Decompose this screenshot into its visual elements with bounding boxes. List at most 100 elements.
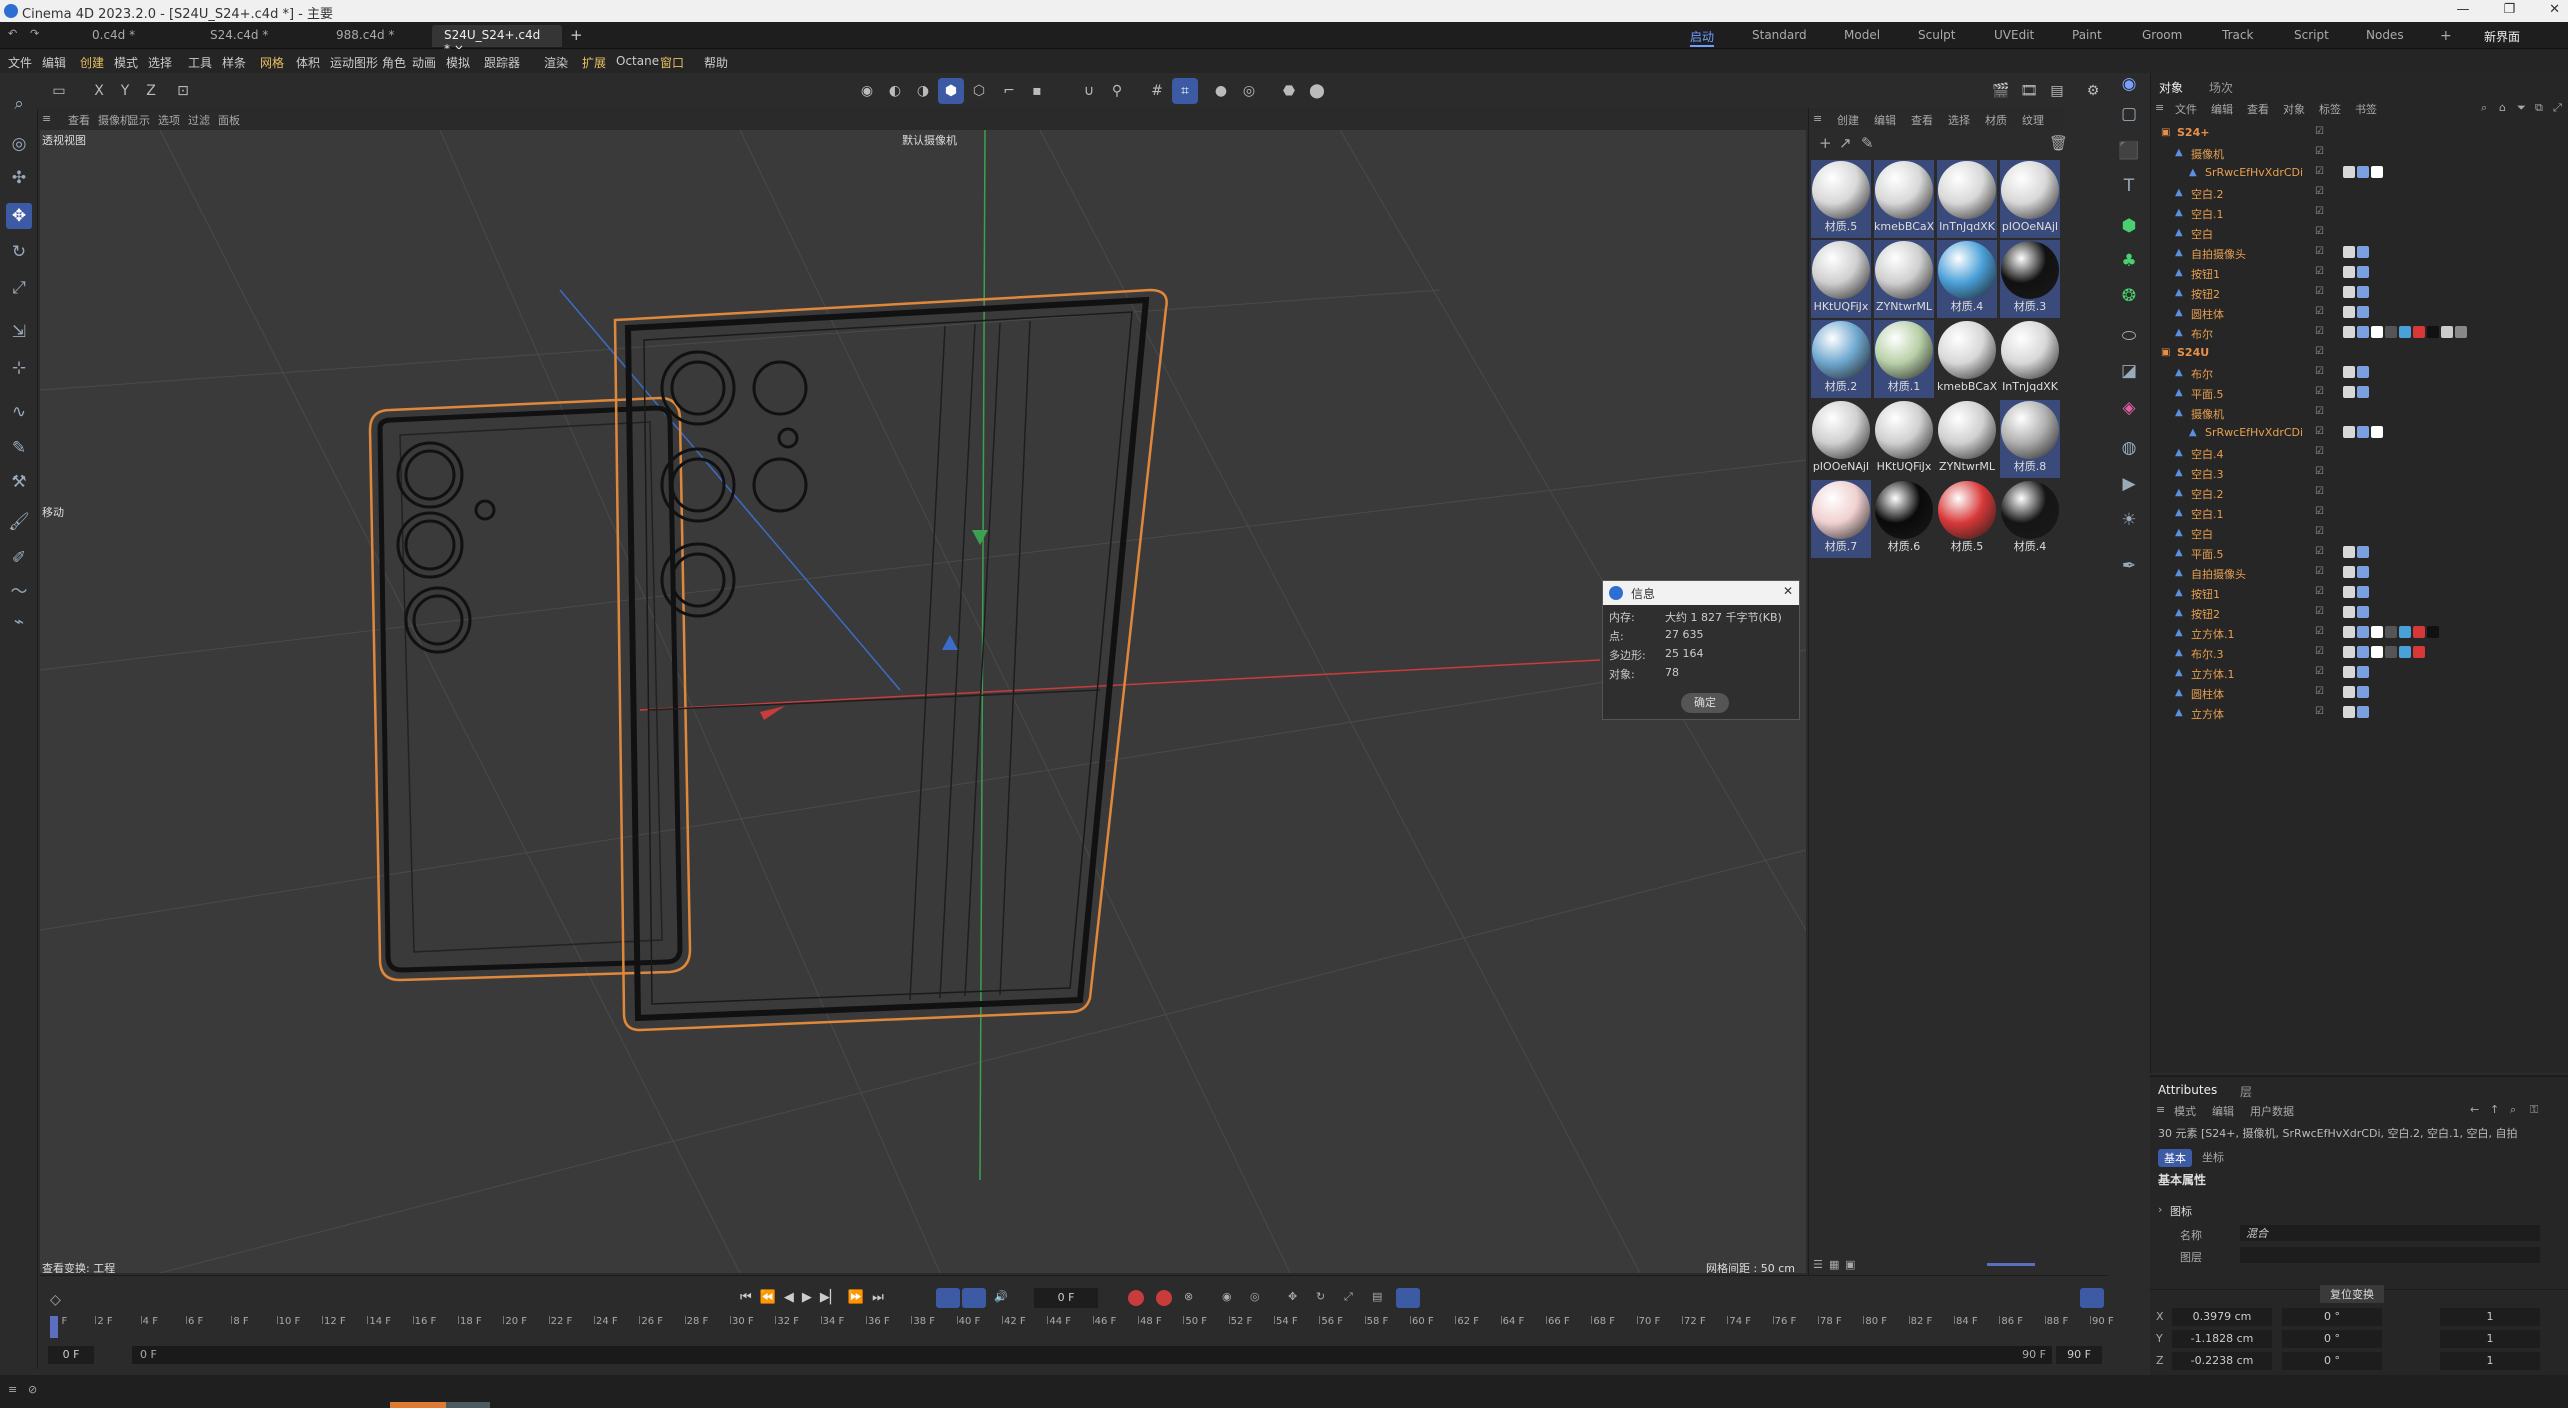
workplane-icon[interactable]: ⌐: [996, 78, 1022, 104]
prev-key-icon[interactable]: ⏪: [760, 1290, 776, 1305]
position-field[interactable]: 0.3979 cm: [2172, 1308, 2272, 1326]
transform-tool-icon[interactable]: ⇲: [6, 319, 32, 345]
start-frame-field[interactable]: 0 F: [48, 1346, 94, 1364]
scale-key-icon[interactable]: ⤢: [1344, 1290, 1353, 1304]
object-menu-item[interactable]: 标签: [2319, 101, 2341, 117]
object-row[interactable]: ▲ 空白.1 ☑: [2151, 503, 2568, 523]
object-menu-item[interactable]: 对象: [2283, 101, 2305, 117]
object-row[interactable]: ▲ 按钮1 ☑: [2151, 263, 2568, 283]
material-tag-icon[interactable]: [2357, 366, 2369, 378]
object-row[interactable]: ▲ SrRwcEfHvXdrCDi ☑: [2151, 163, 2568, 183]
viewport-menu-item[interactable]: 显示: [128, 112, 150, 128]
material-tag-icon[interactable]: [2343, 566, 2355, 578]
object-row[interactable]: ▲ 布尔.3 ☑: [2151, 643, 2568, 663]
object-row[interactable]: ▲ 按钮2 ☑: [2151, 603, 2568, 623]
material-menu-item[interactable]: 创建: [1837, 112, 1859, 128]
object-row[interactable]: ▲ 自拍摄像头 ☑: [2151, 243, 2568, 263]
object-row[interactable]: ▲ 空白.2 ☑: [2151, 183, 2568, 203]
attr-menu-icon[interactable]: ≡: [2156, 1103, 2165, 1116]
environment-icon[interactable]: ◍: [2116, 435, 2142, 461]
menu-item[interactable]: Octane: [616, 54, 659, 68]
material-tag-icon[interactable]: [2343, 706, 2355, 718]
scale-tool-icon[interactable]: ⤢: [6, 275, 32, 301]
layout-tab[interactable]: Model: [1844, 28, 1880, 42]
material-tag-icon[interactable]: [2413, 626, 2425, 638]
material-swatch[interactable]: ZYNtwrML: [1937, 400, 1997, 478]
material-tag-icon[interactable]: [2357, 546, 2369, 558]
material-tag-icon[interactable]: [2357, 386, 2369, 398]
fcurve-icon[interactable]: [2080, 1288, 2104, 1308]
visibility-icon[interactable]: ☑: [2315, 126, 2324, 137]
texture-mode-icon[interactable]: ⬡: [966, 78, 992, 104]
material-swatch[interactable]: HKtUQFiJx: [1811, 240, 1871, 318]
end-frame-field[interactable]: 90 F: [2056, 1346, 2102, 1364]
menu-item[interactable]: 创建: [80, 54, 104, 71]
menu-item[interactable]: 角色: [382, 54, 406, 71]
scale-field[interactable]: 1: [2440, 1330, 2540, 1348]
edges-mode-icon[interactable]: ◐: [882, 78, 908, 104]
camera-icon[interactable]: ▶: [2116, 471, 2142, 497]
arrow-icon[interactable]: ↗: [1839, 134, 1852, 152]
axis-y-button[interactable]: Y: [112, 78, 138, 104]
key-options-icon[interactable]: ◎: [1250, 1290, 1260, 1303]
render-settings-edit-icon[interactable]: ⚙: [2080, 78, 2106, 104]
rotation-field[interactable]: 0 °: [2282, 1308, 2382, 1326]
prev-frame-icon[interactable]: ◀: [784, 1290, 794, 1305]
material-swatch[interactable]: 材质.2: [1811, 320, 1871, 398]
new-window-icon[interactable]: ⧉: [2535, 101, 2543, 115]
visibility-icon[interactable]: ☑: [2315, 146, 2324, 157]
material-tag-icon[interactable]: [2357, 246, 2369, 258]
visibility-icon[interactable]: ☑: [2315, 406, 2324, 417]
material-tag-icon[interactable]: [2455, 326, 2467, 338]
material-swatch[interactable]: 材质.4: [2000, 480, 2060, 558]
menu-item[interactable]: 文件: [8, 54, 32, 71]
rotation-key-icon[interactable]: ↻: [1316, 1290, 1325, 1303]
scale-field[interactable]: 1: [2440, 1352, 2540, 1370]
snap-icon[interactable]: ⌗: [1172, 78, 1198, 104]
menu-item[interactable]: 跟踪器: [484, 54, 520, 71]
material-swatch[interactable]: InTnJqdXK: [2000, 320, 2060, 398]
layout-tab[interactable]: Sculpt: [1918, 28, 1955, 42]
back-arrow-icon[interactable]: ←: [2470, 1103, 2479, 1116]
material-swatch[interactable]: pIOOeNAjI: [2000, 160, 2060, 238]
search-icon[interactable]: ⌕: [2481, 101, 2487, 115]
material-tag-icon[interactable]: [2371, 646, 2383, 658]
ok-button[interactable]: 确定: [1681, 693, 1729, 713]
visibility-icon[interactable]: ☑: [2315, 386, 2324, 397]
material-tag-icon[interactable]: [2357, 306, 2369, 318]
tab-layers[interactable]: 层: [2240, 1083, 2252, 1100]
material-menu-item[interactable]: 材质: [1985, 112, 2007, 128]
eyedropper-icon[interactable]: ✎: [1861, 134, 1874, 152]
material-swatch[interactable]: kmebBCaX: [1874, 160, 1934, 238]
material-tag-icon[interactable]: [2357, 706, 2369, 718]
point-level-icon[interactable]: [1396, 1288, 1420, 1308]
undo-icon[interactable]: ↶: [8, 27, 17, 40]
material-swatch[interactable]: 材质.5: [1811, 160, 1871, 238]
material-swatch[interactable]: 材质.3: [2000, 240, 2060, 318]
polygons-mode-icon[interactable]: ◑: [910, 78, 936, 104]
object-row[interactable]: ▲ 空白.1 ☑: [2151, 203, 2568, 223]
pen-tool-icon[interactable]: ✎: [6, 435, 32, 461]
visibility-icon[interactable]: ☑: [2315, 366, 2324, 377]
rectangle-icon[interactable]: ▢: [2116, 101, 2142, 127]
visibility-icon[interactable]: ☑: [2315, 486, 2324, 497]
object-row[interactable]: ▲ SrRwcEfHvXdrCDi ☑: [2151, 423, 2568, 443]
render-queue-icon[interactable]: ▤: [2044, 78, 2070, 104]
material-tag-icon[interactable]: [2343, 586, 2355, 598]
scale-field[interactable]: 1: [2440, 1308, 2540, 1326]
doc-tab-active[interactable]: S24U_S24+.c4d * ×: [432, 25, 562, 56]
material-tag-icon[interactable]: [2357, 566, 2369, 578]
lock-icon[interactable]: ⚿: [2530, 1103, 2538, 1117]
attr-menu-edit[interactable]: 编辑: [2212, 1103, 2234, 1119]
viewport-menu-item[interactable]: 查看: [68, 112, 90, 128]
expand-icon[interactable]: ⤢: [2553, 101, 2562, 115]
layout-tab[interactable]: 新界面: [2484, 28, 2520, 45]
visibility-icon[interactable]: ☑: [2315, 426, 2324, 437]
position-field[interactable]: -0.2238 cm: [2172, 1352, 2272, 1370]
rotation-field[interactable]: 0 °: [2282, 1330, 2382, 1348]
cube-icon[interactable]: ⬛: [2116, 138, 2142, 164]
menu-item[interactable]: 工具: [188, 54, 212, 71]
points-mode-icon[interactable]: ◉: [854, 78, 880, 104]
quantize-icon[interactable]: ●: [1208, 78, 1234, 104]
key-mode-icon[interactable]: ◉: [1222, 1290, 1232, 1303]
